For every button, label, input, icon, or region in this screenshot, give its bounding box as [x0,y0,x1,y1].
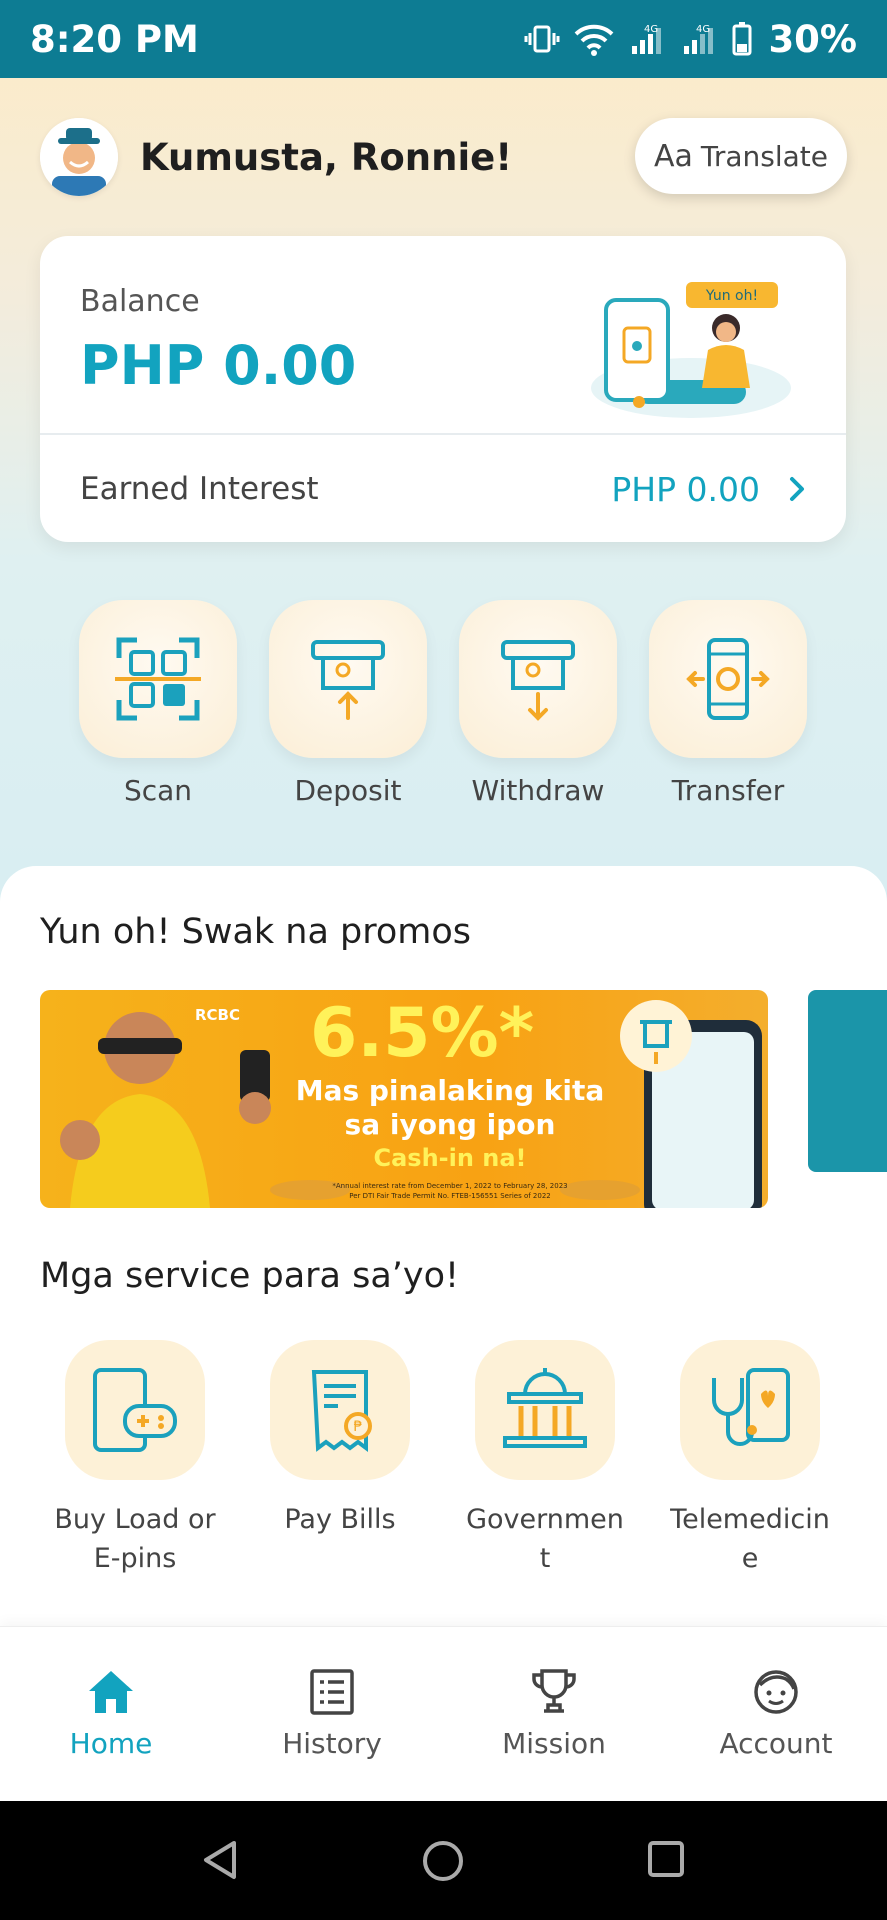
nav-account[interactable]: Account [686,1669,866,1760]
service-tile [65,1340,205,1480]
promo-brand: RCBC [195,1006,240,1024]
home-circle-icon[interactable] [421,1839,465,1883]
service-pay-bills[interactable]: ₱ Pay Bills [245,1340,435,1539]
balance-card: Balance PHP 0.00 Yun oh! Earned Interest… [40,236,846,542]
translate-label: Translate [700,139,829,173]
service-buy-load[interactable]: Buy Load or E-pins [40,1340,230,1578]
action-label: Withdraw [471,774,605,807]
promo-cta: Cash-in na! [373,1144,527,1172]
service-tile [475,1340,615,1480]
action-withdraw[interactable]: Withdraw [458,600,618,807]
action-tile [459,600,617,758]
promo-banner-next-peek[interactable] [808,990,887,1172]
nav-mission[interactable]: Mission [464,1669,644,1760]
service-label: Government [466,1504,624,1574]
promo-footnote-2: Per DTI Fair Trade Permit No. FTEB-15655… [349,1192,551,1200]
status-icons: 4G 4G 30% [524,18,857,61]
interest-label: Earned Interest [80,471,319,507]
balance-value: PHP 0.00 [80,334,357,397]
transfer-icon [686,638,770,720]
stethoscope-icon [712,1368,790,1446]
action-tile [269,600,427,758]
trophy-icon [532,1669,576,1713]
withdraw-icon [501,640,575,721]
earned-interest-row[interactable]: Earned Interest PHP 0.00 [80,468,806,510]
bill-icon: ₱ [311,1370,372,1452]
wifi-icon [575,24,614,56]
action-deposit[interactable]: Deposit [268,600,428,807]
nav-label: History [282,1727,382,1760]
service-label: Telemedicine [670,1504,830,1574]
system-nav-bar [0,1801,887,1920]
phone-woman-illustration: Yun oh! [591,282,791,418]
service-label: Buy Load or E-pins [54,1504,216,1574]
home-icon [89,1671,133,1713]
signal-icon: 4G [632,24,662,54]
content-sheet: Yun oh! Swak na promos RCBC 6.5%* Mas pi… [0,866,887,1626]
header: Kumusta, Ronnie! [40,118,512,196]
vibrate-icon [524,25,560,53]
interest-value: PHP 0.00 [611,469,760,509]
svg-text:₱: ₱ [354,1419,363,1435]
status-time: 8:20 PM [30,17,199,61]
chevron-right-icon [790,477,804,501]
action-tile [79,600,237,758]
action-scan[interactable]: Scan [78,600,238,807]
signal-icon-2: 4G [684,24,714,54]
promo-footnote-1: *Annual interest rate from December 1, 2… [332,1182,568,1190]
promo-banner[interactable]: RCBC 6.5%* Mas pinalaking kita sa iyong … [40,990,768,1208]
services-title: Mga service para sa’yo! [40,1256,460,1296]
nav-label: Account [719,1727,833,1760]
gamepad-phone-icon [93,1368,177,1452]
translate-icon: Aa [653,138,693,174]
action-label: Scan [123,774,193,807]
service-government[interactable]: Government [450,1340,640,1578]
nav-home[interactable]: Home [21,1669,201,1760]
service-tile: ₱ [270,1340,410,1480]
account-icon [754,1670,798,1714]
action-tile [649,600,807,758]
bottom-nav: Home History Mission Account [0,1626,887,1802]
back-icon[interactable] [200,1839,240,1881]
nav-history[interactable]: History [242,1669,422,1760]
balance-divider [40,433,846,435]
battery-icon [732,22,752,56]
greeting: Kumusta, Ronnie! [140,135,513,179]
qr-scan-icon [115,637,201,721]
service-label: Pay Bills [284,1504,396,1535]
promo-line1: Mas pinalaking kita [295,1074,605,1107]
service-telemedicine[interactable]: Telemedicine [655,1340,845,1578]
action-label: Transfer [671,774,785,807]
promo-line2: sa iyong ipon [344,1108,556,1141]
government-building-icon [503,1368,587,1448]
promos-title: Yun oh! Swak na promos [40,912,472,952]
farmer-avatar-icon [40,118,118,196]
service-tile [680,1340,820,1480]
translate-button[interactable]: Aa Translate [635,118,847,194]
deposit-icon [311,640,385,720]
action-label: Deposit [294,774,402,807]
action-transfer[interactable]: Transfer [648,600,808,807]
illustration-caption: Yun oh! [705,288,758,304]
promo-rate: 6.5%* [310,994,535,1073]
avatar[interactable] [40,118,118,196]
status-bar: 8:20 PM 4G 4G 30% [0,0,887,78]
recents-icon[interactable] [646,1839,686,1881]
nav-label: Home [69,1727,153,1760]
balance-label: Balance [80,284,200,319]
history-icon [310,1669,354,1715]
nav-label: Mission [502,1727,606,1760]
battery-percent: 30% [768,17,857,61]
